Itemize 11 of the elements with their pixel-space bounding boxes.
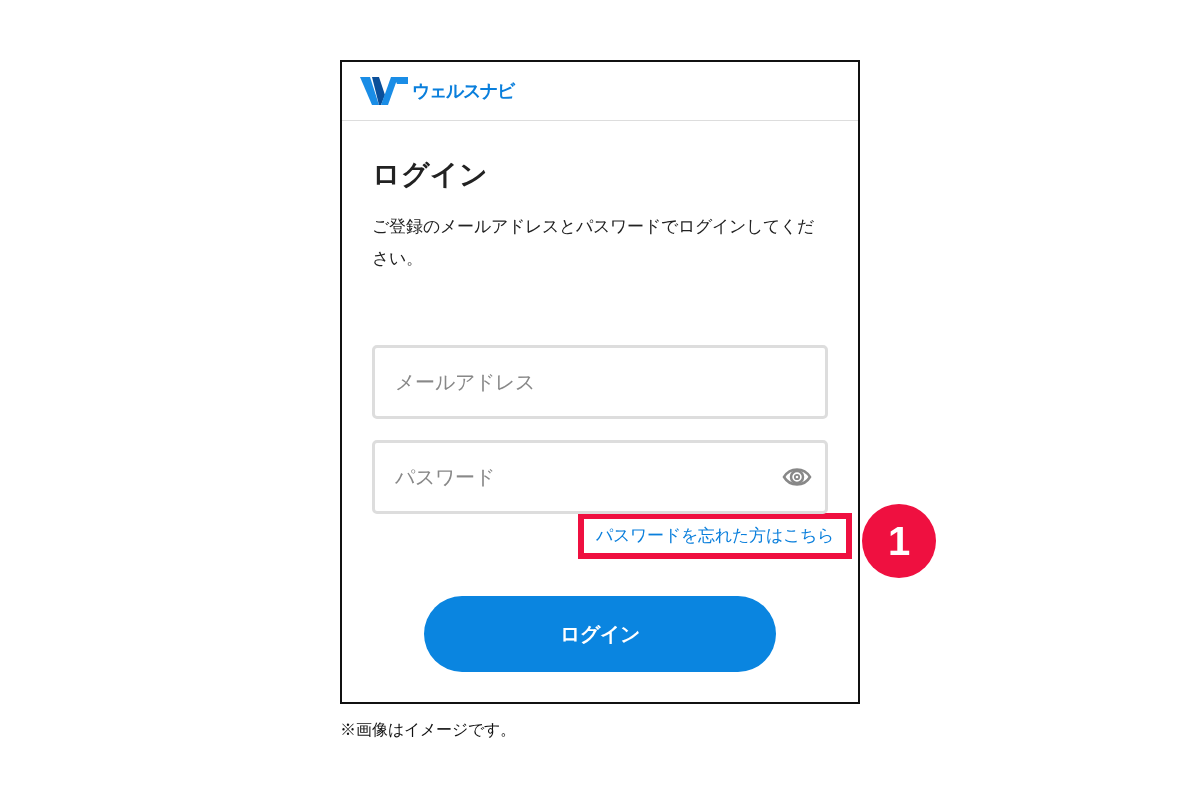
- login-button[interactable]: ログイン: [424, 595, 776, 672]
- callout-number: 1: [862, 504, 936, 578]
- eye-icon[interactable]: [782, 466, 812, 488]
- description-text: ご登録のメールアドレスとパスワードでログインしてください。: [372, 216, 815, 270]
- note-text: ※画像はイメージです。: [340, 720, 517, 740]
- logo-text: ウェルスナビ: [412, 79, 514, 103]
- email-field[interactable]: メールアドレス: [372, 345, 828, 419]
- logo-icon: [360, 75, 408, 107]
- page-title: ログイン: [372, 158, 489, 192]
- forgot-password-link[interactable]: パスワードを忘れた方はこちら: [596, 526, 834, 545]
- password-field[interactable]: パスワード: [372, 440, 828, 514]
